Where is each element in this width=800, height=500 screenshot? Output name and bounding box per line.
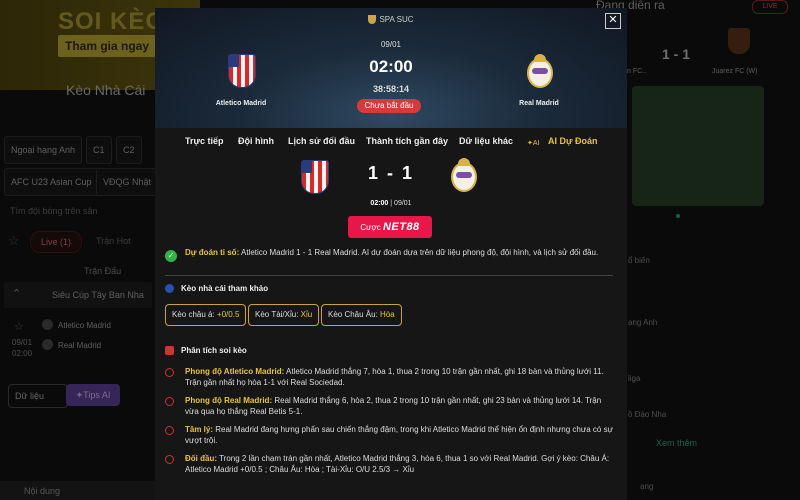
analysis-text: Phong độ Real Madrid: Real Madrid thắng …	[185, 395, 615, 417]
countdown: 38:58:14	[372, 84, 410, 94]
odds-asian: Kèo châu á: +0/0.5	[165, 304, 247, 326]
real-madrid-logo	[451, 158, 477, 192]
tab-bar: Trực tiếp Đội hình Lịch sử đối đầu Thành…	[155, 136, 627, 152]
analysis-body: Real Madrid đang hưng phấn sau chiến thắ…	[185, 425, 613, 445]
divider	[165, 275, 613, 276]
odds-label: Kèo Châu Âu:	[328, 310, 378, 319]
tab-lineup[interactable]: Đội hình	[238, 136, 274, 146]
analysis-label: Phong độ Real Madrid:	[185, 396, 273, 405]
prediction-body: Atletico Madrid 1 - 1 Real Madrid. AI dự…	[241, 248, 599, 257]
league-name: SPA SUC	[155, 15, 627, 25]
tab-ai-prediction[interactable]: AI Dự Đoán	[548, 136, 598, 146]
prediction-text: Dự đoán tỉ số: Atletico Madrid 1 - 1 Rea…	[185, 247, 615, 258]
league-label: SPA SUC	[379, 15, 414, 24]
odds-icon	[165, 284, 174, 294]
analysis-icon	[165, 346, 174, 356]
odds-value: Xỉu	[300, 310, 313, 319]
prediction-score: 1 - 1	[367, 163, 415, 183]
analysis-text: Đối đầu: Trong 2 lần chạm trán gần nhất,…	[185, 453, 615, 475]
ball-icon	[165, 455, 174, 464]
bet-prefix: Cược	[360, 223, 381, 232]
odds-european: Kèo Châu Âu: Hòa	[321, 304, 402, 326]
odds-over-under: Kèo Tài/Xỉu: Xỉu	[248, 304, 320, 326]
odds-value: Hòa	[380, 310, 395, 319]
odds-value: +0/0.5	[216, 310, 240, 319]
check-icon: ✓	[165, 250, 177, 262]
ball-icon	[165, 397, 174, 406]
match-detail-modal: SPA SUC ✕ Atletico Madrid Real Madrid 09…	[155, 8, 627, 500]
analysis-label: Phong độ Atletico Madrid:	[185, 367, 285, 376]
score-date: 09/01	[394, 200, 412, 207]
tab-live[interactable]: Trực tiếp	[185, 136, 224, 146]
bet-brand: NET88	[382, 221, 420, 233]
tab-recent-form[interactable]: Thành tích gần đây	[366, 136, 448, 146]
odds-label: Kèo Tài/Xỉu:	[255, 310, 299, 319]
ai-sparkle-icon: ✦AI	[527, 140, 540, 147]
score-datetime: 02:00 | 09/01	[370, 200, 412, 207]
analysis-text: Tâm lý: Real Madrid đang hưng phấn sau c…	[185, 424, 615, 446]
prediction-label: Dự đoán tỉ số:	[185, 248, 240, 257]
away-team-name: Real Madrid	[519, 100, 559, 107]
close-icon[interactable]: ✕	[605, 13, 621, 29]
odds-section-title: Kèo nhà cái tham khảo	[165, 284, 269, 294]
match-date: 09/01	[380, 40, 402, 49]
bet-button[interactable]: Cược NET88	[348, 216, 432, 238]
tab-other-data[interactable]: Dữ liệu khác	[459, 136, 513, 146]
status-badge: Chưa bắt đầu	[357, 99, 421, 113]
match-hero: SPA SUC ✕ Atletico Madrid Real Madrid 09…	[155, 8, 627, 128]
analysis-section-title: Phân tích soi kèo	[165, 346, 247, 356]
tab-head-to-head[interactable]: Lịch sử đối đầu	[288, 136, 355, 146]
trophy-icon	[368, 15, 377, 25]
ai-badge-label: AI	[532, 140, 540, 147]
analysis-text: Phong độ Atletico Madrid: Atletico Madri…	[185, 366, 615, 388]
analysis-label: Tâm lý:	[185, 425, 214, 434]
odds-label: Kèo châu á:	[172, 310, 215, 319]
analysis-title-text: Phân tích soi kèo	[181, 346, 247, 355]
match-time: 02:00	[369, 57, 413, 76]
ball-icon	[165, 368, 174, 377]
home-team-name: Atletico Madrid	[215, 100, 267, 107]
score-time: 02:00	[370, 200, 389, 207]
ball-icon	[165, 426, 174, 435]
odds-title-text: Kèo nhà cái tham khảo	[181, 284, 269, 293]
analysis-label: Đối đầu:	[185, 454, 217, 463]
analysis-body: Trong 2 lần chạm trán gần nhất, Atletico…	[185, 454, 610, 474]
